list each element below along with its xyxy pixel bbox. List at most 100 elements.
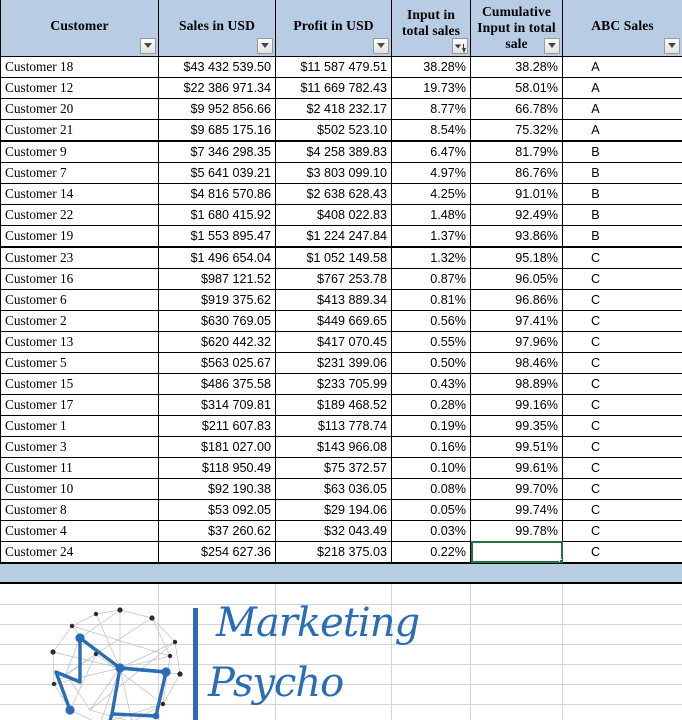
cell-customer[interactable]: Customer 13 <box>0 330 159 353</box>
cell-sales[interactable]: $9 952 856.66 <box>158 97 276 120</box>
filter-sorted-descending-icon-input[interactable] <box>452 37 468 54</box>
filter-dropdown-icon-abc[interactable] <box>664 37 680 54</box>
filter-dropdown-icon-sales[interactable] <box>257 37 273 54</box>
cell-input-share[interactable]: 0.81% <box>391 288 471 311</box>
cell-input-share[interactable]: 0.03% <box>391 519 471 542</box>
cell-profit[interactable]: $2 418 232.17 <box>275 97 392 120</box>
cell-abc-class[interactable]: C <box>562 309 682 332</box>
cell-input-share[interactable]: 0.50% <box>391 351 471 374</box>
cell-profit[interactable]: $4 258 389.83 <box>275 140 392 163</box>
cell-input-share[interactable]: 0.05% <box>391 498 471 521</box>
cell-sales[interactable]: $254 627.36 <box>158 540 276 564</box>
cell-input-share[interactable]: 0.08% <box>391 477 471 500</box>
cell-customer[interactable]: Customer 21 <box>0 118 159 142</box>
cell-cumulative-share[interactable]: 95.18% <box>470 246 563 269</box>
cell-customer[interactable]: Customer 5 <box>0 351 159 374</box>
cell-customer[interactable]: Customer 4 <box>0 519 159 542</box>
cell-cumulative-share[interactable] <box>470 540 563 564</box>
cell-input-share[interactable]: 0.19% <box>391 414 471 437</box>
cell-abc-class[interactable]: C <box>562 393 682 416</box>
cell-input-share[interactable]: 19.73% <box>391 76 471 99</box>
cell-sales[interactable]: $563 025.67 <box>158 351 276 374</box>
cell-customer[interactable]: Customer 24 <box>0 540 159 564</box>
cell-cumulative-share[interactable]: 86.76% <box>470 161 563 184</box>
cell-customer[interactable]: Customer 17 <box>0 393 159 416</box>
cell-profit[interactable]: $408 022.83 <box>275 203 392 226</box>
cell-cumulative-share[interactable]: 97.41% <box>470 309 563 332</box>
cell-abc-class[interactable]: A <box>562 76 682 99</box>
cell-abc-class[interactable]: C <box>562 267 682 290</box>
cell-cumulative-share[interactable]: 99.51% <box>470 435 563 458</box>
cell-profit[interactable]: $143 966.08 <box>275 435 392 458</box>
cell-customer[interactable]: Customer 23 <box>0 246 159 269</box>
cell-profit[interactable]: $1 052 149.58 <box>275 246 392 269</box>
column-header-customer[interactable]: Customer <box>0 0 159 57</box>
cell-cumulative-share[interactable]: 99.70% <box>470 477 563 500</box>
cell-cumulative-share[interactable]: 38.28% <box>470 55 563 78</box>
cell-cumulative-share[interactable]: 96.05% <box>470 267 563 290</box>
cell-sales[interactable]: $181 027.00 <box>158 435 276 458</box>
cell-customer[interactable]: Customer 11 <box>0 456 159 479</box>
column-header-abc-sales[interactable]: ABC Sales <box>562 0 682 57</box>
cell-sales[interactable]: $37 260.62 <box>158 519 276 542</box>
cell-abc-class[interactable]: C <box>562 477 682 500</box>
cell-customer[interactable]: Customer 19 <box>0 224 159 248</box>
cell-customer[interactable]: Customer 6 <box>0 288 159 311</box>
cell-input-share[interactable]: 0.28% <box>391 393 471 416</box>
cell-sales[interactable]: $118 950.49 <box>158 456 276 479</box>
cell-cumulative-share[interactable]: 93.86% <box>470 224 563 248</box>
cell-abc-class[interactable]: B <box>562 182 682 205</box>
cell-abc-class[interactable]: A <box>562 118 682 142</box>
cell-customer[interactable]: Customer 20 <box>0 97 159 120</box>
cell-sales[interactable]: $211 607.83 <box>158 414 276 437</box>
cell-sales[interactable]: $7 346 298.35 <box>158 140 276 163</box>
cell-profit[interactable]: $189 468.52 <box>275 393 392 416</box>
cell-cumulative-share[interactable]: 92.49% <box>470 203 563 226</box>
cell-sales[interactable]: $1 496 654.04 <box>158 246 276 269</box>
cell-profit[interactable]: $417 070.45 <box>275 330 392 353</box>
cell-sales[interactable]: $4 816 570.86 <box>158 182 276 205</box>
cell-cumulative-share[interactable]: 97.96% <box>470 330 563 353</box>
cell-input-share[interactable]: 1.48% <box>391 203 471 226</box>
cell-customer[interactable]: Customer 8 <box>0 498 159 521</box>
cell-cumulative-share[interactable]: 96.86% <box>470 288 563 311</box>
cell-abc-class[interactable]: B <box>562 224 682 248</box>
cell-abc-class[interactable]: B <box>562 161 682 184</box>
cell-profit[interactable]: $3 803 099.10 <box>275 161 392 184</box>
cell-abc-class[interactable]: C <box>562 246 682 269</box>
filter-dropdown-icon-cumulative[interactable] <box>544 37 560 54</box>
fill-handle[interactable] <box>559 558 562 561</box>
cell-sales[interactable]: $630 769.05 <box>158 309 276 332</box>
cell-customer[interactable]: Customer 16 <box>0 267 159 290</box>
cell-abc-class[interactable]: C <box>562 414 682 437</box>
cell-abc-class[interactable]: C <box>562 288 682 311</box>
cell-abc-class[interactable]: B <box>562 140 682 163</box>
cell-profit[interactable]: $75 372.57 <box>275 456 392 479</box>
cell-sales[interactable]: $43 432 539.50 <box>158 55 276 78</box>
cell-customer[interactable]: Customer 1 <box>0 414 159 437</box>
cell-sales[interactable]: $987 121.52 <box>158 267 276 290</box>
cell-customer[interactable]: Customer 18 <box>0 55 159 78</box>
cell-sales[interactable]: $22 386 971.34 <box>158 76 276 99</box>
cell-abc-class[interactable]: A <box>562 97 682 120</box>
cell-sales[interactable]: $486 375.58 <box>158 372 276 395</box>
cell-customer[interactable]: Customer 14 <box>0 182 159 205</box>
cell-cumulative-share[interactable]: 66.78% <box>470 97 563 120</box>
cell-abc-class[interactable]: A <box>562 55 682 78</box>
cell-cumulative-share[interactable]: 91.01% <box>470 182 563 205</box>
cell-sales[interactable]: $919 375.62 <box>158 288 276 311</box>
cell-input-share[interactable]: 0.87% <box>391 267 471 290</box>
cell-input-share[interactable]: 38.28% <box>391 55 471 78</box>
cell-abc-class[interactable]: C <box>562 372 682 395</box>
cell-sales[interactable]: $53 092.05 <box>158 498 276 521</box>
cell-sales[interactable]: $1 553 895.47 <box>158 224 276 248</box>
cell-abc-class[interactable]: C <box>562 330 682 353</box>
cell-cumulative-share[interactable]: 99.78% <box>470 519 563 542</box>
cell-profit[interactable]: $413 889.34 <box>275 288 392 311</box>
cell-customer[interactable]: Customer 9 <box>0 140 159 163</box>
cell-profit[interactable]: $113 778.74 <box>275 414 392 437</box>
cell-cumulative-share[interactable]: 99.61% <box>470 456 563 479</box>
cell-input-share[interactable]: 6.47% <box>391 140 471 163</box>
cell-input-share[interactable]: 0.22% <box>391 540 471 564</box>
cell-customer[interactable]: Customer 3 <box>0 435 159 458</box>
